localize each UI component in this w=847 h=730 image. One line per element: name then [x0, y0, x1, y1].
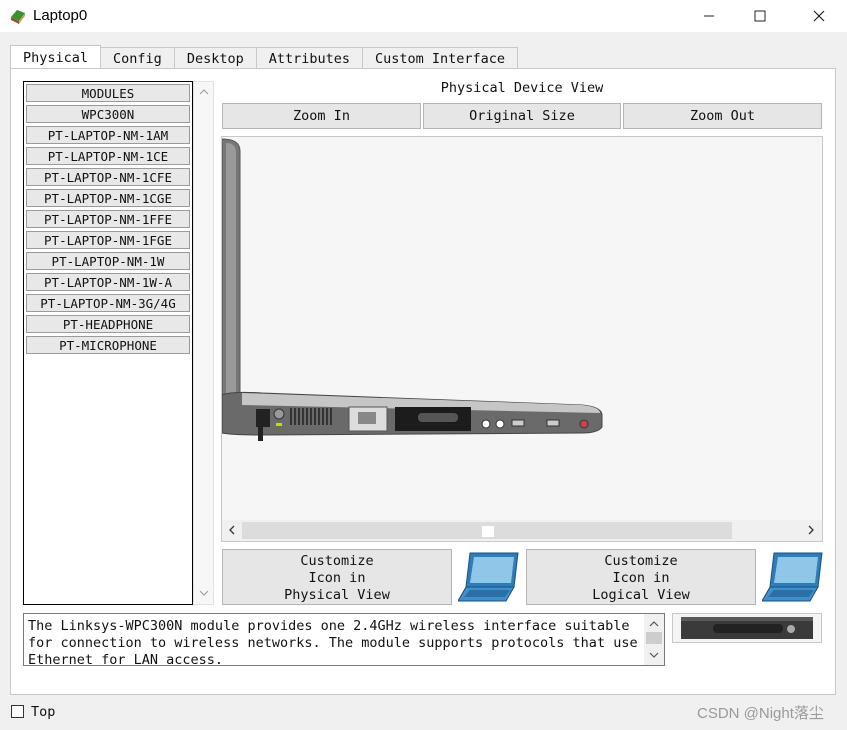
module-item[interactable]: PT-HEADPHONE: [26, 315, 190, 333]
module-item[interactable]: WPC300N: [26, 105, 190, 123]
scroll-up-icon[interactable]: [649, 620, 659, 627]
customize-logical-icon-button[interactable]: Customize Icon in Logical View: [526, 549, 756, 605]
tab-physical[interactable]: Physical: [10, 45, 102, 68]
customize-logical-line2: Icon in: [612, 570, 670, 586]
maximize-button[interactable]: [737, 0, 783, 32]
scroll-right-icon[interactable]: [808, 525, 815, 535]
laptop-app-icon: [11, 10, 25, 24]
tab-custom-interface[interactable]: Custom Interface: [362, 47, 519, 68]
zoom-in-button[interactable]: Zoom In: [222, 103, 421, 129]
minimize-icon: [704, 15, 714, 17]
laptop-physical-icon: [458, 552, 519, 602]
scroll-thumb[interactable]: [646, 632, 662, 644]
customize-physical-line2: Icon in: [308, 570, 366, 586]
customize-logical-line1: Customize: [604, 553, 678, 569]
module-description-text: The Linksys-WPC300N module provides one …: [28, 618, 646, 666]
module-item[interactable]: PT-LAPTOP-NM-1FFE: [26, 210, 190, 228]
watermark: CSDN @Night落尘: [697, 705, 824, 722]
top-checkbox[interactable]: [11, 705, 24, 718]
module-item[interactable]: PT-LAPTOP-NM-1CGE: [26, 189, 190, 207]
device-view-canvas[interactable]: [221, 136, 823, 542]
minimize-button[interactable]: [686, 0, 732, 32]
module-item[interactable]: PT-LAPTOP-NM-1CE: [26, 147, 190, 165]
module-item[interactable]: PT-LAPTOP-NM-1CFE: [26, 168, 190, 186]
tab-attributes[interactable]: Attributes: [255, 47, 363, 68]
module-item[interactable]: PT-LAPTOP-NM-1W: [26, 252, 190, 270]
module-item[interactable]: PT-LAPTOP-NM-1FGE: [26, 231, 190, 249]
close-button[interactable]: [796, 0, 842, 32]
original-size-button[interactable]: Original Size: [423, 103, 621, 129]
scroll-thumb[interactable]: [481, 525, 495, 538]
customize-logical-line3: Logical View: [592, 587, 690, 603]
scroll-down-icon[interactable]: [649, 652, 659, 659]
module-description-box[interactable]: The Linksys-WPC300N module provides one …: [23, 613, 665, 666]
module-item[interactable]: PT-MICROPHONE: [26, 336, 190, 354]
zoom-out-button[interactable]: Zoom Out: [623, 103, 822, 129]
tab-config[interactable]: Config: [100, 47, 175, 68]
wireless-module-image: [681, 617, 813, 639]
window-title: Laptop0: [33, 7, 88, 24]
module-thumbnail-image: [672, 613, 822, 643]
module-item[interactable]: PT-LAPTOP-NM-1W-A: [26, 273, 190, 291]
device-view-hscrollbar[interactable]: [222, 520, 822, 541]
maximize-icon: [754, 10, 766, 22]
scroll-up-icon[interactable]: [199, 88, 209, 95]
title-bar: Laptop0: [0, 0, 847, 32]
laptop-logical-icon: [762, 552, 823, 602]
scroll-left-icon[interactable]: [228, 525, 235, 535]
laptop-side-image: [222, 138, 603, 441]
customize-physical-line3: Physical View: [284, 587, 390, 603]
close-icon: [813, 10, 825, 22]
tab-desktop[interactable]: Desktop: [173, 47, 257, 68]
module-item[interactable]: PT-LAPTOP-NM-3G/4G: [26, 294, 190, 312]
customize-physical-icon-button[interactable]: Customize Icon in Physical View: [222, 549, 452, 605]
description-scrollbar[interactable]: [644, 614, 664, 665]
physical-device-view-label: Physical Device View: [440, 80, 604, 96]
top-label: Top: [31, 704, 56, 720]
modules-scrollbar[interactable]: [193, 81, 214, 605]
modules-list: MODULES WPC300N PT-LAPTOP-NM-1AM PT-LAPT…: [23, 81, 193, 605]
customize-physical-line1: Customize: [300, 553, 374, 569]
module-item[interactable]: PT-LAPTOP-NM-1AM: [26, 126, 190, 144]
scroll-down-icon[interactable]: [199, 590, 209, 597]
tab-bar: Physical Config Desktop Attributes Custo…: [10, 45, 519, 69]
module-header[interactable]: MODULES: [26, 84, 190, 102]
